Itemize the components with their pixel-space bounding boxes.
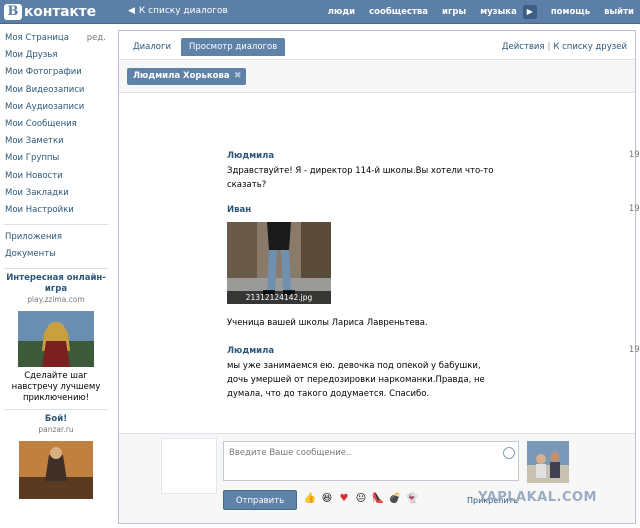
tabs-bar: Диалоги Просмотр диалогов Действия | К спи… <box>119 31 635 60</box>
sidebar-item-documents[interactable]: Документы <box>0 246 112 263</box>
arrow-left-icon: ◀ <box>128 6 135 16</box>
message-text: мы уже занимаемся ею. девочка под опекой… <box>227 361 485 399</box>
sidebar-item-news[interactable]: Мои Новости <box>0 168 112 185</box>
message-time: 19:32:40 <box>628 150 640 160</box>
close-icon[interactable]: ✖ <box>234 68 242 85</box>
smile-face-icon[interactable]: 😐 <box>354 492 368 506</box>
sidebar-item-groups[interactable]: Мои Группы <box>0 150 112 167</box>
link-separator: | <box>547 42 551 52</box>
back-link-label: К списку диалогов <box>138 6 228 16</box>
message-item: Людмила 19:32:40 Здравствуйте! Я - дирек… <box>227 150 640 192</box>
logo-text: контакте <box>24 4 96 20</box>
dialog-panel: Диалоги Просмотр диалогов Действия | К спи… <box>118 30 640 524</box>
emoji-bar: 👍 😆 ♥ 😐 👠 💣 👻 <box>303 492 422 506</box>
recipient-avatar[interactable] <box>527 441 569 483</box>
vk-logo[interactable]: В контакте <box>4 3 96 21</box>
tab-dialogs[interactable]: Диалоги <box>125 38 179 56</box>
top-nav: люди сообщества игры музыка ▶ помощь вый… <box>314 0 634 24</box>
message-time: 19:35:15 <box>628 345 640 355</box>
message-time: 19:33:07 <box>628 204 640 214</box>
tab-view-dialogs[interactable]: Просмотр диалогов <box>181 38 286 56</box>
nav-logout[interactable]: выйти <box>604 7 634 17</box>
sidebar-item-videos[interactable]: Мои Видеозаписи <box>0 82 112 99</box>
divider <box>4 409 108 411</box>
message-author[interactable]: Людмила <box>227 150 567 162</box>
shoe-icon[interactable]: 👠 <box>371 492 385 506</box>
nav-people[interactable]: люди <box>328 7 355 17</box>
sidebar-item-settings[interactable]: Мои Настройки <box>0 202 112 219</box>
ad-text: Сделайте шаг навстречу лучшему приключен… <box>11 371 101 404</box>
divider <box>4 268 108 270</box>
recipient-chip[interactable]: Людмила Хорькова ✖ <box>127 68 246 85</box>
recipient-avatar-image <box>527 441 569 483</box>
smile-icon[interactable] <box>503 447 515 459</box>
grin-icon[interactable]: 😆 <box>320 492 334 506</box>
tab-right-links: Действия | К списку друзей <box>502 42 627 52</box>
logo-letter: В <box>4 4 22 20</box>
sidebar-item-photos[interactable]: Мои Фотографии <box>0 64 112 81</box>
actions-link[interactable]: Действия <box>502 42 545 52</box>
message-item: Иван 19:33:07 21312124142.jpg Ученица ва… <box>227 204 640 330</box>
play-icon[interactable]: ▶ <box>522 5 537 19</box>
nav-communities[interactable]: сообщества <box>369 7 428 17</box>
ad-block-fight[interactable]: Бой! panzar.ru <box>0 414 112 500</box>
sidebar-item-friends[interactable]: Мои Друзья <box>0 47 112 64</box>
nav-games[interactable]: игры <box>442 7 466 17</box>
message-item: Людмила 19:35:15 мы уже занимаемся ею. д… <box>227 345 640 401</box>
message-photo[interactable]: 21312124142.jpg <box>227 222 331 304</box>
ad-title[interactable]: Интересная онлайн-игра <box>0 273 112 295</box>
ad-block-game[interactable]: Интересная онлайн-игра play.zzima.com Сд… <box>0 273 112 404</box>
sidebar-item-bookmarks[interactable]: Мои Закладки <box>0 185 112 202</box>
message-text: Ученица вашей школы Лариса Лавреньтева. <box>227 318 428 328</box>
message-text: Здравствуйте! Я - директор 114-й школы.В… <box>227 166 494 190</box>
sidebar-item-my-page[interactable]: Моя Страница ред. <box>0 30 112 47</box>
top-header: В контакте ◀ К списку диалогов люди сообщ… <box>0 0 640 24</box>
photo-caption: 21312124142.jpg <box>227 291 331 304</box>
thumbs-up-icon[interactable]: 👍 <box>303 492 317 506</box>
recipient-name: Людмила Хорькова <box>133 71 230 81</box>
back-to-dialogs-link[interactable]: ◀ К списку диалогов <box>128 6 228 16</box>
bomb-icon[interactable]: 💣 <box>388 492 402 506</box>
nav-help[interactable]: помощь <box>551 7 590 17</box>
ad-title[interactable]: Бой! <box>0 414 112 425</box>
ghost-icon[interactable]: 👻 <box>405 492 419 506</box>
ad-site: panzar.ru <box>38 425 74 435</box>
ad-image[interactable] <box>18 311 94 368</box>
divider <box>4 224 108 226</box>
watermark: YAPLAKAL.COM <box>478 490 597 505</box>
sidebar-item-label: Моя Страница <box>5 33 69 43</box>
sidebar-item-audio[interactable]: Мои Аудиозаписи <box>0 99 112 116</box>
ad-image[interactable] <box>19 441 93 500</box>
sidebar-item-messages[interactable]: Мои Сообщения <box>0 116 112 133</box>
message-placeholder: Введите Ваше сообщение.. <box>229 448 352 458</box>
friends-list-link[interactable]: К списку друзей <box>553 42 627 52</box>
ad-site: play.zzima.com <box>27 295 85 305</box>
sidebar-item-notes[interactable]: Мои Заметки <box>0 133 112 150</box>
my-avatar[interactable] <box>161 438 217 494</box>
message-author[interactable]: Людмила <box>227 345 567 357</box>
send-button[interactable]: Отправить <box>223 490 297 510</box>
heart-icon[interactable]: ♥ <box>337 492 351 506</box>
message-input[interactable]: Введите Ваше сообщение.. <box>223 441 519 481</box>
message-composer: Введите Ваше сообщение.. Отправить 👍 😆 ♥… <box>119 433 635 523</box>
nav-music[interactable]: музыка <box>480 7 517 17</box>
sidebar-item-apps[interactable]: Приложения <box>0 229 112 246</box>
edit-link[interactable]: ред. <box>87 30 106 47</box>
message-author[interactable]: Иван <box>227 204 567 216</box>
recipient-bar: Людмила Хорькова ✖ <box>119 61 635 93</box>
left-sidebar: Моя Страница ред. Мои Друзья Мои Фотогра… <box>0 30 112 503</box>
